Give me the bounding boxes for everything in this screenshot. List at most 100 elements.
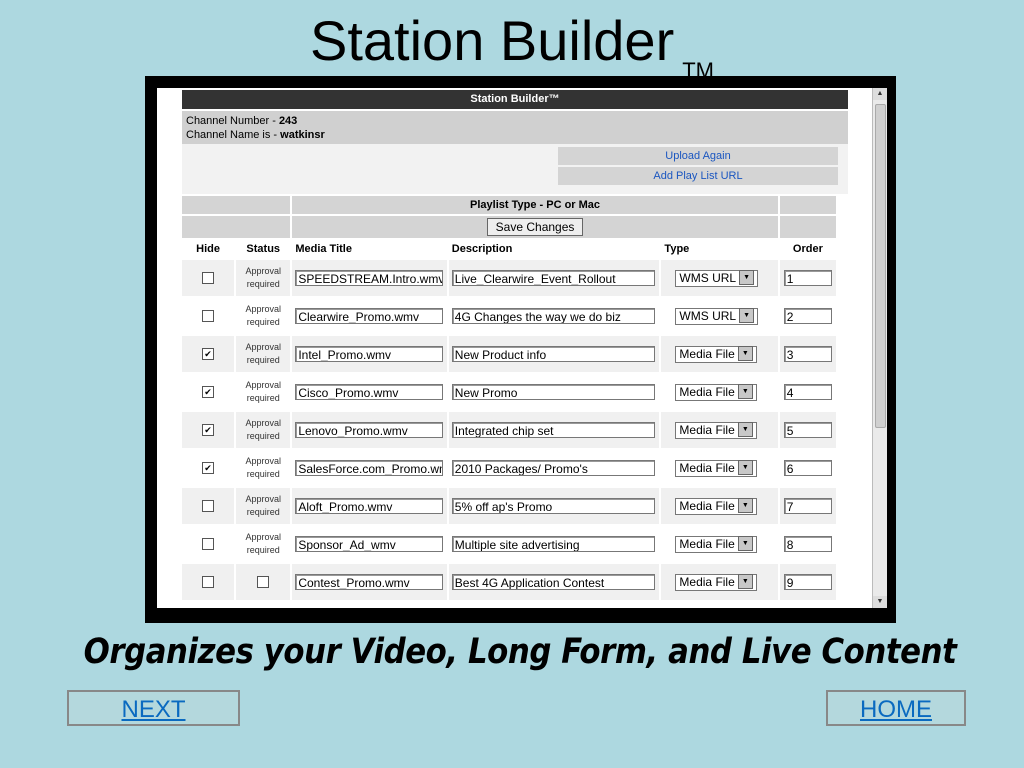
status-text: Approval required [236, 417, 290, 443]
status-checkbox[interactable] [257, 576, 270, 589]
order-input[interactable]: 4 [783, 384, 832, 400]
status-text: Approval required [236, 379, 290, 405]
hide-checkbox[interactable] [202, 500, 215, 513]
table-row: Approval Media File▼10 [182, 602, 836, 608]
description-input[interactable]: 5% off ap's Promo [451, 498, 656, 514]
status-text: Approval required [236, 303, 290, 329]
status-cell: Approval required [236, 412, 291, 448]
hide-cell: ✔ [182, 336, 235, 372]
status-line-1: Approval [245, 266, 281, 276]
hide-checkbox[interactable]: ✔ [202, 462, 215, 475]
station-builder-window: Station Builder™ Channel Number - 243 Ch… [157, 88, 887, 608]
status-line-2: required [246, 469, 280, 479]
hide-checkbox[interactable] [202, 310, 215, 323]
media-title-input[interactable]: Cisco_Promo.wmv [295, 384, 443, 400]
type-select[interactable]: WMS URL ▼ [675, 307, 759, 325]
order-input[interactable]: 7 [783, 498, 832, 514]
status-cell: Approval required [236, 374, 291, 410]
media-title-cell: Sponsor_Ad_wmv [292, 526, 447, 562]
order-cell: 10 [779, 602, 836, 608]
hide-checkbox[interactable]: ✔ [202, 424, 215, 437]
media-title-input[interactable]: Aloft_Promo.wmv [295, 498, 443, 514]
media-title-cell: SPEEDSTREAM.Intro.wmv [292, 260, 447, 296]
add-playlist-url-link[interactable]: Add Play List URL [558, 167, 838, 185]
type-select[interactable]: Media File ▼ [675, 345, 757, 363]
dropdown-arrow-icon[interactable]: ▼ [737, 383, 753, 399]
scroll-up-arrow-icon[interactable]: ▲ [873, 88, 887, 100]
description-input[interactable]: Best 4G Application Contest [451, 574, 656, 590]
hide-checkbox[interactable] [202, 576, 215, 589]
hide-cell [182, 488, 235, 524]
app-header: Station Builder™ [182, 90, 848, 109]
col-status: Status [246, 243, 281, 255]
home-button[interactable]: HOME [826, 690, 966, 726]
scroll-down-arrow-icon[interactable]: ▼ [873, 596, 887, 608]
hide-cell: ✔ [182, 412, 235, 448]
playlist-table: Playlist Type - PC or Mac Save Changes H… [180, 194, 838, 608]
description-input[interactable]: Live_Clearwire_Event_Rollout [451, 270, 656, 286]
type-select[interactable]: WMS URL ▼ [675, 269, 759, 287]
hide-checkbox[interactable]: ✔ [202, 386, 215, 399]
type-cell: WMS URL ▼ [661, 260, 778, 296]
type-select[interactable]: Media File ▼ [675, 421, 757, 439]
media-title-input[interactable]: SalesForce.com_Promo.wmv [295, 460, 443, 476]
status-line-2: required [246, 507, 280, 517]
status-text: Approval required [236, 265, 290, 291]
type-select[interactable]: Media File ▼ [675, 459, 757, 477]
dropdown-arrow-icon[interactable]: ▼ [737, 345, 753, 361]
order-input[interactable]: 8 [783, 536, 832, 552]
scroll-thumb[interactable] [875, 104, 886, 428]
order-input[interactable]: 3 [783, 346, 832, 362]
dropdown-arrow-icon[interactable]: ▼ [739, 307, 755, 323]
description-cell [448, 602, 660, 608]
table-row: Approval required Sponsor_Ad_wmv Multiple s… [182, 526, 836, 562]
order-input[interactable]: 1 [783, 270, 832, 286]
dropdown-arrow-icon[interactable]: ▼ [737, 497, 753, 513]
type-select[interactable]: Media File ▼ [675, 497, 757, 515]
playlist-type-label: Playlist Type - PC or Mac [292, 196, 778, 214]
description-input[interactable]: 4G Changes the way we do biz [451, 308, 656, 324]
media-title-input[interactable]: SPEEDSTREAM.Intro.wmv [295, 270, 443, 286]
dropdown-arrow-icon[interactable]: ▼ [737, 459, 753, 475]
next-button[interactable]: NEXT [67, 690, 240, 726]
media-title-input[interactable]: Contest_Promo.wmv [295, 574, 443, 590]
description-input[interactable]: Integrated chip set [451, 422, 656, 438]
type-select[interactable]: Media File ▼ [675, 573, 757, 591]
description-input[interactable]: New Promo [451, 384, 656, 400]
table-row: Approval required SPEEDSTREAM.Intro.wmv Liv… [182, 260, 836, 296]
description-input[interactable]: 2010 Packages/ Promo's [451, 460, 656, 476]
hide-checkbox[interactable] [202, 538, 215, 551]
save-changes-button[interactable]: Save Changes [486, 218, 584, 236]
upload-again-link[interactable]: Upload Again [558, 147, 838, 165]
description-input[interactable]: New Product info [451, 346, 656, 362]
link-area: Upload Again Add Play List URL [182, 144, 848, 194]
type-select[interactable]: Media File ▼ [675, 383, 757, 401]
hide-cell: ✔ [182, 374, 235, 410]
order-input[interactable]: 5 [783, 422, 832, 438]
channel-name-label: Channel Name is - [186, 129, 281, 141]
scrollbar[interactable]: ▲ ▼ [872, 88, 887, 608]
order-input[interactable]: 6 [783, 460, 832, 476]
channel-number: 243 [278, 115, 298, 127]
media-title-input[interactable]: Lenovo_Promo.wmv [295, 422, 443, 438]
order-input[interactable]: 2 [783, 308, 832, 324]
media-title-input[interactable]: Clearwire_Promo.wmv [295, 308, 443, 324]
type-cell: Media File▼ [661, 412, 778, 448]
order-cell: 3 [779, 336, 836, 372]
dropdown-arrow-icon[interactable]: ▼ [737, 573, 753, 589]
status-line-1: Approval [245, 380, 281, 390]
dropdown-arrow-icon[interactable]: ▼ [737, 535, 753, 551]
media-title-input[interactable]: Intel_Promo.wmv [295, 346, 443, 362]
media-title-cell: Cisco_Promo.wmv [292, 374, 447, 410]
blank-cell [182, 216, 291, 238]
description-input[interactable]: Multiple site advertising [451, 536, 656, 552]
type-select[interactable]: Media File ▼ [675, 535, 757, 553]
hide-checkbox[interactable] [202, 272, 215, 285]
status-cell: Approval required [236, 450, 291, 486]
media-title-input[interactable]: Sponsor_Ad_wmv [295, 536, 443, 552]
status-cell [236, 564, 291, 600]
dropdown-arrow-icon[interactable]: ▼ [739, 269, 755, 285]
hide-checkbox[interactable]: ✔ [202, 348, 215, 361]
order-input[interactable]: 9 [783, 574, 832, 590]
dropdown-arrow-icon[interactable]: ▼ [737, 421, 753, 437]
